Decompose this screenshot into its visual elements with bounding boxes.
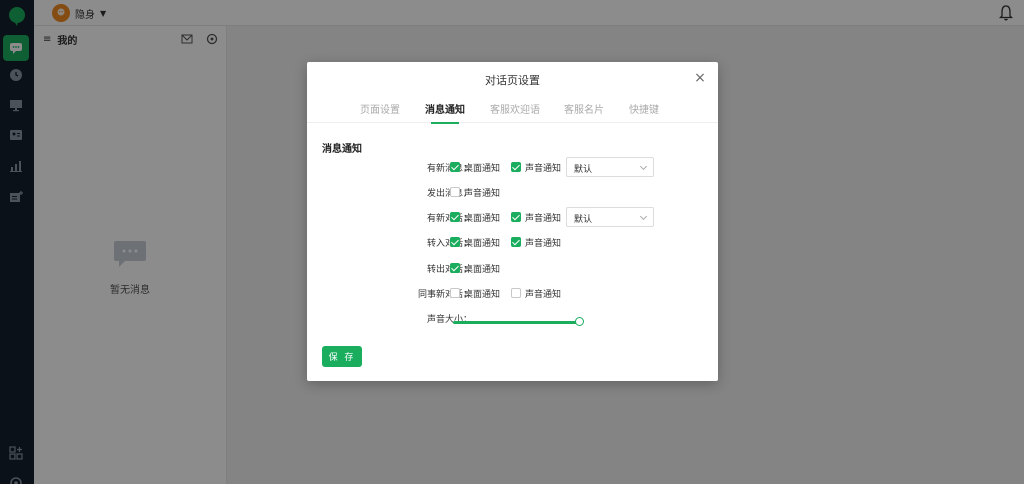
desktop-notify-label: 桌面通知 [464, 290, 501, 300]
volume-slider[interactable] [453, 317, 584, 327]
sound-notify-label: 声音通知 [525, 290, 562, 300]
desktop-notify-label: 桌面通知 [464, 164, 501, 174]
sound-notify-checkbox[interactable] [511, 162, 521, 172]
sound-notify-label: 声音通知 [525, 214, 562, 224]
desktop-notify-label: 桌面通知 [464, 265, 501, 275]
tab-page-settings[interactable]: 页面设置 [360, 101, 400, 123]
save-button[interactable]: 保 存 [322, 346, 362, 367]
tab-shortcuts[interactable]: 快捷键 [629, 101, 659, 123]
row-transfer-out: 转出对话： 桌面通知 [307, 258, 718, 278]
chevron-down-icon [639, 162, 648, 171]
sound-select[interactable]: 默认 [566, 157, 654, 177]
desktop-notify-checkbox[interactable] [450, 263, 460, 273]
sound-notify-checkbox[interactable] [511, 237, 521, 247]
sound-select-value: 默认 [574, 215, 593, 225]
row-sent-message: 发出消息： 声音通知 [307, 182, 718, 202]
tab-welcome-message[interactable]: 客服欢迎语 [490, 101, 540, 123]
desktop-notify-checkbox[interactable] [450, 162, 460, 172]
sound-notify-checkbox[interactable] [450, 187, 460, 197]
sound-select-value: 默认 [574, 165, 593, 175]
desktop-notify-checkbox[interactable] [450, 237, 460, 247]
row-colleague-new-conversation: 同事新对话： 桌面通知 声音通知 [307, 283, 718, 303]
desktop-notify-label: 桌面通知 [464, 214, 501, 224]
row-new-message: 有新消息： 桌面通知 声音通知 默认 [307, 157, 718, 177]
dialog-title: 对话页设置 [485, 74, 540, 87]
tab-message-notifications[interactable]: 消息通知 [425, 101, 465, 124]
sound-notify-label: 声音通知 [464, 189, 501, 199]
settings-tabs: 页面设置 消息通知 客服欢迎语 客服名片 快捷键 [307, 101, 718, 124]
chevron-down-icon [639, 212, 648, 221]
sound-select[interactable]: 默认 [566, 207, 654, 227]
sound-notify-checkbox[interactable] [511, 288, 521, 298]
desktop-notify-checkbox[interactable] [450, 212, 460, 222]
volume-thumb[interactable] [575, 317, 584, 326]
volume-fill [453, 321, 579, 324]
sound-notify-checkbox[interactable] [511, 212, 521, 222]
chat-page-settings-dialog: 对话页设置 × 页面设置 消息通知 客服欢迎语 客服名片 快捷键 消息通知 有新… [307, 62, 718, 381]
row-transfer-in: 转入对话： 桌面通知 声音通知 [307, 232, 718, 252]
desktop-notify-label: 桌面通知 [464, 239, 501, 249]
sound-notify-label: 声音通知 [525, 164, 562, 174]
tab-agent-card[interactable]: 客服名片 [564, 101, 604, 123]
row-new-conversation: 有新对话： 桌面通知 声音通知 默认 [307, 207, 718, 227]
close-icon[interactable]: × [693, 70, 707, 86]
sound-notify-label: 声音通知 [525, 239, 562, 249]
section-title: 消息通知 [322, 144, 362, 155]
desktop-notify-checkbox[interactable] [450, 288, 460, 298]
